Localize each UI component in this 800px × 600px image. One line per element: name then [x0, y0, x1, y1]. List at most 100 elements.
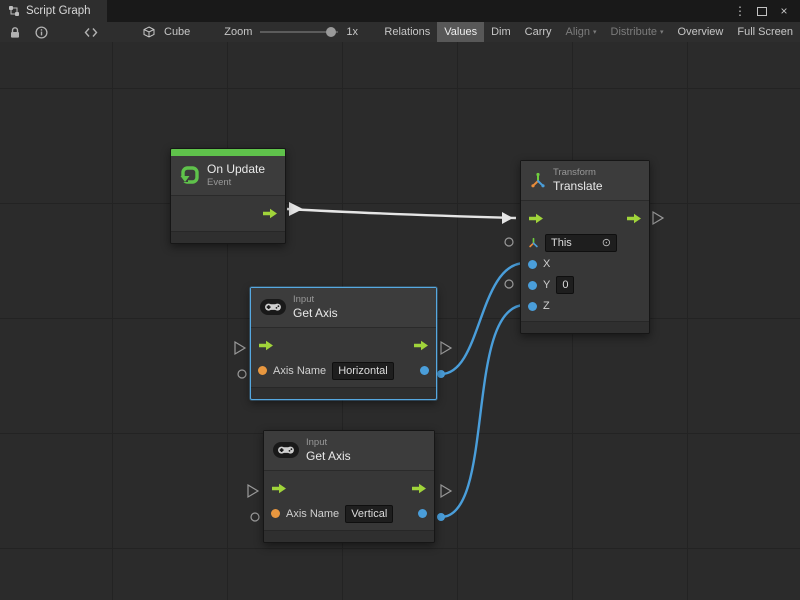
node-title: Get Axis — [293, 306, 338, 321]
flow-input-port[interactable] — [258, 340, 274, 351]
lock-icon[interactable] — [4, 22, 26, 42]
info-icon[interactable] — [30, 22, 52, 42]
y-port-label: Y — [543, 279, 550, 291]
flow-output-port[interactable] — [411, 483, 427, 494]
align-label: Align — [566, 26, 590, 38]
window-maximize-icon[interactable] — [754, 3, 770, 19]
zoom-slider[interactable] — [260, 31, 338, 33]
toolbar-button-carry[interactable]: Carry — [518, 22, 559, 42]
x-port-label: X — [543, 258, 550, 270]
flow-port-indicator — [235, 342, 245, 354]
node-get-axis-vertical[interactable]: Input Get Axis Axis Name Vertical — [263, 430, 435, 543]
flow-row — [171, 200, 285, 227]
node-subtitle: Transform — [553, 167, 603, 179]
node-footer — [171, 231, 285, 243]
port-row-x: X — [521, 254, 649, 275]
distribute-label: Distribute — [611, 26, 657, 38]
z-port-label: Z — [543, 300, 550, 312]
toolbar-button-overview[interactable]: Overview — [671, 22, 731, 42]
cube-icon — [138, 22, 160, 42]
axis-name-input-port[interactable] — [258, 366, 267, 375]
transform-mini-icon — [528, 237, 539, 248]
x-input-port[interactable] — [528, 260, 537, 269]
code-icon[interactable] — [80, 22, 102, 42]
flow-output-port[interactable] — [626, 213, 642, 224]
this-row: This ⊙ — [521, 232, 649, 254]
this-field[interactable]: This ⊙ — [545, 234, 617, 252]
tab-title: Script Graph — [26, 5, 91, 17]
window-menu-icon[interactable]: ⋮ — [732, 3, 748, 19]
node-header: Input Get Axis — [264, 431, 434, 471]
flow-port-indicator — [441, 342, 451, 354]
tab-script-graph[interactable]: Script Graph — [0, 0, 107, 22]
object-picker-icon[interactable]: ⊙ — [602, 236, 611, 249]
toolbar-button-dim[interactable]: Dim — [484, 22, 518, 42]
wire-horizontal-to-x[interactable] — [441, 263, 525, 374]
y-input-port[interactable] — [528, 281, 537, 290]
graph-toolbar: Cube Zoom 1x Relations Values Dim Carry … — [0, 22, 800, 43]
wire-vertical-to-z[interactable] — [441, 305, 525, 517]
title-bar: Script Graph ⋮ × — [0, 0, 800, 22]
zoom-slider-handle[interactable] — [326, 27, 336, 37]
node-header: On Update Event — [171, 156, 285, 196]
node-titles: Input Get Axis — [306, 437, 351, 464]
flow-row — [251, 332, 436, 359]
axis-name-field[interactable]: Vertical — [345, 505, 393, 523]
node-body — [171, 196, 285, 231]
flow-output-port[interactable] — [413, 340, 429, 351]
flow-output-port[interactable] — [262, 208, 278, 219]
value-output-port[interactable] — [420, 366, 429, 375]
node-header: Transform Translate — [521, 161, 649, 201]
script-graph-icon — [8, 5, 20, 17]
toolbar-button-values[interactable]: Values — [437, 22, 484, 42]
param-row: Axis Name Vertical — [264, 502, 434, 526]
y-value-field[interactable]: 0 — [556, 276, 574, 294]
value-port-indicator — [505, 280, 513, 288]
node-body: Axis Name Vertical — [264, 471, 434, 530]
z-input-port[interactable] — [528, 302, 537, 311]
chevron-down-icon: ▾ — [660, 29, 664, 36]
toolbar-button-relations[interactable]: Relations — [377, 22, 437, 42]
this-value: This — [551, 237, 572, 249]
chevron-down-icon: ▾ — [593, 29, 597, 36]
flow-port-indicator — [248, 485, 258, 497]
node-title: Get Axis — [306, 449, 351, 464]
zoom-value: 1x — [342, 26, 362, 38]
node-footer — [264, 530, 434, 542]
flow-input-port[interactable] — [271, 483, 287, 494]
node-titles: Input Get Axis — [293, 294, 338, 321]
value-port-indicator — [251, 513, 259, 521]
toolbar-button-align[interactable]: Align ▾ — [559, 22, 604, 42]
gamepad-icon — [260, 299, 286, 315]
node-footer — [521, 321, 649, 333]
axis-name-label: Axis Name — [286, 508, 339, 520]
port-row-z: Z — [521, 296, 649, 317]
param-row: Axis Name Horizontal — [251, 359, 436, 383]
node-translate[interactable]: Transform Translate — [520, 160, 650, 334]
window-close-icon[interactable]: × — [776, 3, 792, 19]
node-get-axis-horizontal[interactable]: Input Get Axis Axis Name Horizontal — [250, 287, 437, 400]
axis-name-input-port[interactable] — [271, 509, 280, 518]
node-subtitle: Input — [293, 294, 338, 306]
gamepad-icon — [273, 442, 299, 458]
flow-input-port[interactable] — [528, 213, 544, 224]
graph-target-label: Cube — [160, 26, 194, 38]
axis-name-field[interactable]: Horizontal — [332, 362, 394, 380]
value-output-port[interactable] — [418, 509, 427, 518]
node-subtitle: Input — [306, 437, 351, 449]
window-controls: ⋮ × — [732, 0, 800, 22]
toolbar-button-fullscreen[interactable]: Full Screen — [730, 22, 800, 42]
port-row-y: Y 0 — [521, 275, 649, 296]
transform-icon — [530, 172, 546, 188]
node-footer — [251, 387, 436, 399]
value-port-indicator — [505, 238, 513, 246]
node-on-update[interactable]: On Update Event — [170, 148, 286, 244]
node-titles: On Update Event — [207, 162, 265, 189]
toolbar-button-distribute[interactable]: Distribute ▾ — [604, 22, 671, 42]
wire-onupdate-to-translate[interactable] — [287, 209, 516, 218]
node-title: Translate — [553, 179, 603, 194]
flow-port-indicator — [653, 212, 663, 224]
flow-port-indicator — [441, 485, 451, 497]
node-titles: Transform Translate — [553, 167, 603, 194]
graph-canvas[interactable]: On Update Event — [0, 42, 800, 600]
